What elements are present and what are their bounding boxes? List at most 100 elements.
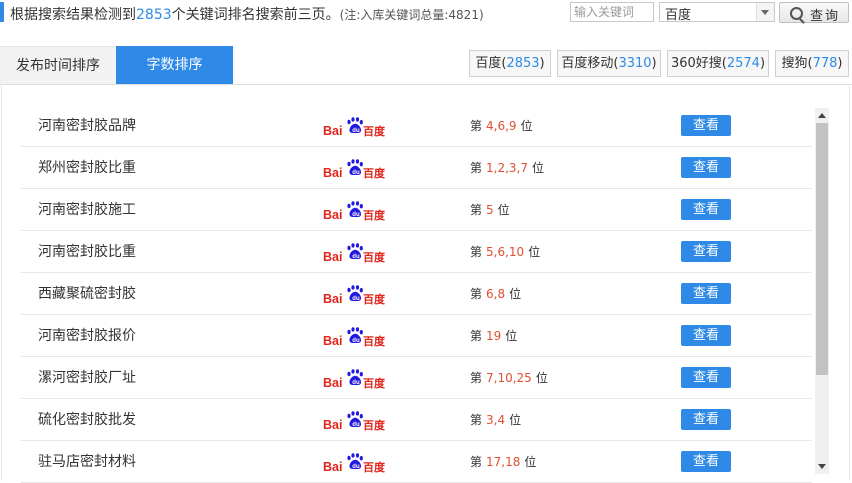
view-button[interactable]: 查看 xyxy=(681,115,731,136)
rank-text: 第 4,6,9 位 xyxy=(470,119,533,133)
view-button[interactable]: 查看 xyxy=(681,367,731,388)
baidu-logo: Bai du 百度 xyxy=(323,411,386,432)
tab-word-count[interactable]: 字数排序 xyxy=(116,46,233,84)
baidu-logo: Bai du 百度 xyxy=(323,327,386,348)
keyword-text: 驻马店密封材料 xyxy=(38,454,136,470)
svg-text:百度: 百度 xyxy=(363,166,386,180)
engine-360-button[interactable]: 360好搜(2574) xyxy=(667,50,769,77)
baidu-logo: Bai du 百度 xyxy=(323,117,386,138)
rank-positions: 1,2,3,7 xyxy=(486,161,528,175)
rank-text: 第 3,4 位 xyxy=(470,413,522,427)
engine-baidu-button[interactable]: 百度(2853) xyxy=(469,50,551,77)
svg-text:du: du xyxy=(352,212,360,218)
table-row: 河南密封胶品牌 Bai du 百度 第 4,6,9 位 查看 xyxy=(21,105,812,147)
engine-select[interactable]: 百度 xyxy=(659,2,775,23)
keyword-list: 河南密封胶品牌 Bai du 百度 第 4,6,9 位 查看 郑州密封胶比重 Bai xyxy=(0,84,852,483)
table-row: 驻马店密封材料 Bai du 百度 第 17,18 位 查看 xyxy=(21,441,812,483)
rank-positions: 17,18 xyxy=(486,455,521,469)
rank-text: 第 17,18 位 xyxy=(470,455,537,469)
view-button[interactable]: 查看 xyxy=(681,325,731,346)
svg-text:du: du xyxy=(352,128,360,134)
scrollbar[interactable] xyxy=(815,108,829,474)
view-button[interactable]: 查看 xyxy=(681,199,731,220)
svg-text:Bai: Bai xyxy=(323,418,342,432)
tab-publish-time[interactable]: 发布时间排序 xyxy=(0,46,116,84)
rows-container: 河南密封胶品牌 Bai du 百度 第 4,6,9 位 查看 郑州密封胶比重 Bai xyxy=(21,105,812,483)
accent-bar xyxy=(0,2,4,22)
svg-text:百度: 百度 xyxy=(363,460,386,474)
table-row: 河南密封胶报价 Bai du 百度 第 19 位 查看 xyxy=(21,315,812,357)
engine-count: 778 xyxy=(812,56,838,71)
svg-text:Bai: Bai xyxy=(323,334,342,348)
svg-text:Bai: Bai xyxy=(323,208,342,222)
search-button-label: 查询 xyxy=(810,9,841,24)
search-button[interactable]: 查询 xyxy=(779,2,849,24)
table-row: 硫化密封胶批发 Bai du 百度 第 3,4 位 查看 xyxy=(21,399,812,441)
engine-count: 3310 xyxy=(618,56,652,71)
baidu-logo: Bai du 百度 xyxy=(323,453,386,474)
svg-text:du: du xyxy=(352,464,360,470)
view-button[interactable]: 查看 xyxy=(681,451,731,472)
rank-text: 第 7,10,25 位 xyxy=(470,371,548,385)
svg-text:du: du xyxy=(352,380,360,386)
svg-text:百度: 百度 xyxy=(363,376,386,390)
svg-text:百度: 百度 xyxy=(363,124,386,138)
view-button[interactable]: 查看 xyxy=(681,157,731,178)
svg-text:Bai: Bai xyxy=(323,124,342,138)
rank-text: 第 6,8 位 xyxy=(470,287,522,301)
rank-positions: 3,4 xyxy=(486,413,506,427)
summary-prefix: 根据搜索结果检测到 xyxy=(10,7,136,23)
view-button[interactable]: 查看 xyxy=(681,241,731,262)
keyword-text: 西藏聚硫密封胶 xyxy=(38,286,136,302)
baidu-logo: Bai du 百度 xyxy=(323,243,386,264)
engine-name: 360好搜 xyxy=(670,56,722,71)
rank-text: 第 5,6,10 位 xyxy=(470,245,541,259)
keyword-text: 河南密封胶比重 xyxy=(38,244,136,260)
search-icon xyxy=(790,7,803,20)
svg-text:du: du xyxy=(352,170,360,176)
svg-text:百度: 百度 xyxy=(363,250,386,264)
keyword-text: 郑州密封胶比重 xyxy=(38,160,136,176)
baidu-logo: Bai du 百度 xyxy=(323,159,386,180)
svg-text:百度: 百度 xyxy=(363,292,386,306)
engine-name: 百度移动 xyxy=(561,56,614,71)
engine-select-value: 百度 xyxy=(665,8,692,23)
svg-text:Bai: Bai xyxy=(323,460,342,474)
rank-positions: 19 xyxy=(486,329,502,343)
keyword-input[interactable] xyxy=(570,2,654,22)
keyword-text: 河南密封胶品牌 xyxy=(38,118,136,134)
scroll-up-icon[interactable] xyxy=(815,108,829,122)
baidu-logo: Bai du 百度 xyxy=(323,201,386,222)
engine-count: 2853 xyxy=(506,56,540,71)
scroll-down-icon[interactable] xyxy=(815,460,829,474)
svg-text:du: du xyxy=(352,422,360,428)
engine-name: 百度 xyxy=(475,56,502,71)
rank-positions: 5 xyxy=(486,203,494,217)
svg-text:Bai: Bai xyxy=(323,250,342,264)
top-bar: 根据搜索结果检测到2853个关键词排名搜索前三页。(注:入库关键词总量:4821… xyxy=(0,0,852,28)
engine-baidu-mobile-button[interactable]: 百度移动(3310) xyxy=(557,50,661,77)
svg-text:百度: 百度 xyxy=(363,334,386,348)
rank-text: 第 19 位 xyxy=(470,329,518,343)
view-button[interactable]: 查看 xyxy=(681,283,731,304)
keyword-text: 河南密封胶报价 xyxy=(38,328,136,344)
baidu-logo: Bai du 百度 xyxy=(323,285,386,306)
keyword-text: 漯河密封胶厂址 xyxy=(38,370,136,386)
rank-text: 第 1,2,3,7 位 xyxy=(470,161,545,175)
summary-suffix: 个关键词排名搜索前三页。 xyxy=(171,7,340,23)
baidu-logo: Bai du 百度 xyxy=(323,369,386,390)
svg-text:Bai: Bai xyxy=(323,292,342,306)
rank-positions: 6,8 xyxy=(486,287,506,301)
engine-sogou-button[interactable]: 搜狗(778) xyxy=(775,50,849,77)
chevron-down-icon[interactable] xyxy=(756,3,774,21)
engine-name: 搜狗 xyxy=(781,56,808,71)
summary-note: (注:入库关键词总量:4821) xyxy=(339,8,484,22)
svg-text:百度: 百度 xyxy=(363,418,386,432)
table-row: 郑州密封胶比重 Bai du 百度 第 1,2,3,7 位 查看 xyxy=(21,147,812,189)
keyword-text: 硫化密封胶批发 xyxy=(38,412,136,428)
view-button[interactable]: 查看 xyxy=(681,409,731,430)
svg-text:Bai: Bai xyxy=(323,376,342,390)
scroll-thumb[interactable] xyxy=(816,123,828,375)
svg-text:du: du xyxy=(352,254,360,260)
table-row: 河南密封胶比重 Bai du 百度 第 5,6,10 位 查看 xyxy=(21,231,812,273)
